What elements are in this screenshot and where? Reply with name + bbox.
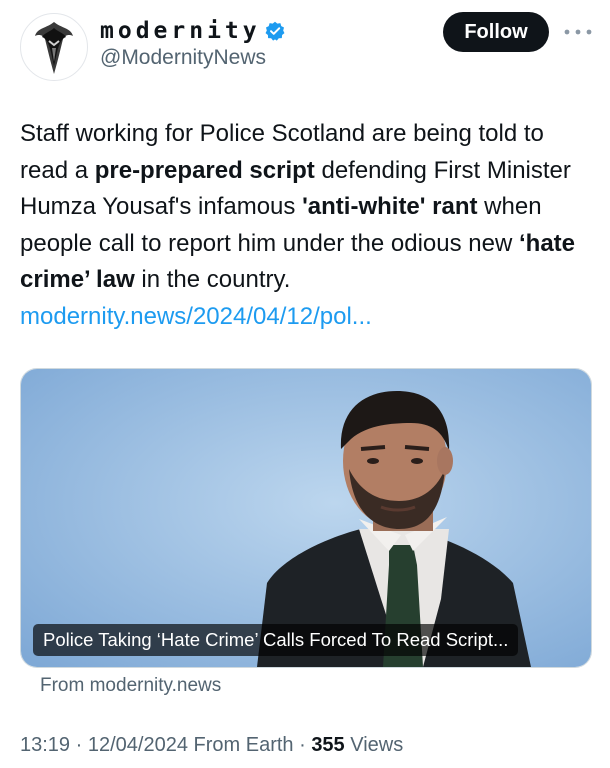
card-caption: Police Taking ‘Hate Crime’ Calls Forced …: [33, 624, 519, 656]
tweet-bold-segment: 'anti-white' rant: [302, 193, 478, 221]
link-preview-card[interactable]: Police Taking ‘Hate Crime’ Calls Forced …: [20, 368, 592, 668]
tweet-link[interactable]: modernity.news/2024/04/12/pol...: [20, 303, 372, 330]
views-label: Views: [344, 734, 404, 756]
tweet-meta: 13:19 · 12/04/2024 From Earth · 355 View…: [20, 734, 403, 757]
verified-badge-icon: [265, 21, 285, 41]
tweet-text: Staff working for Police Scotland are be…: [20, 116, 590, 336]
meta-separator: ·: [293, 734, 312, 756]
author-name-row[interactable]: modernity: [100, 16, 285, 46]
meta-separator: ·: [70, 734, 88, 756]
more-options-button[interactable]: [560, 22, 596, 42]
follow-button[interactable]: Follow: [443, 12, 549, 52]
tweet-date[interactable]: 12/04/2024: [88, 734, 188, 756]
views-count[interactable]: 355: [311, 734, 344, 756]
tweet-text-segment: in the country.: [134, 266, 291, 294]
display-name[interactable]: modernity: [100, 18, 261, 44]
author-handle[interactable]: @ModernityNews: [100, 46, 266, 70]
tweet-bold-segment: pre-prepared script: [94, 156, 315, 184]
more-dots-icon: [564, 29, 592, 35]
tweet-time[interactable]: 13:19: [20, 734, 70, 756]
card-image: [21, 369, 591, 667]
tweet-location: From Earth: [187, 734, 294, 756]
bird-head-icon: [35, 22, 73, 74]
avatar[interactable]: [20, 13, 88, 81]
card-source[interactable]: From modernity.news: [40, 675, 221, 697]
